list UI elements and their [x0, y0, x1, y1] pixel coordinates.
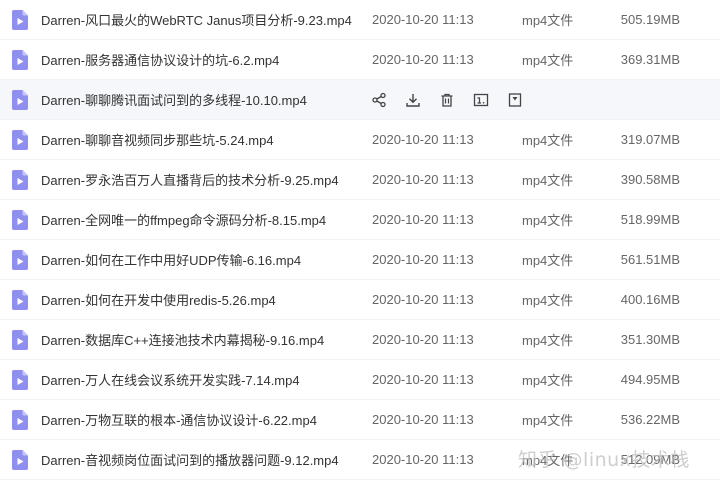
file-date: 2020-10-20 11:13 [372, 292, 474, 307]
file-size: 351.30MB [620, 332, 680, 347]
file-name[interactable]: Darren-如何在工作中用好UDP传输-6.16.mp4 [41, 250, 301, 269]
file-date: 2020-10-20 11:13 [372, 52, 474, 67]
file-size: 536.22MB [620, 412, 680, 427]
video-file-icon [12, 130, 28, 150]
video-file-icon [12, 250, 28, 270]
share-icon[interactable] [370, 91, 388, 109]
file-name[interactable]: Darren-聊聊音视频同步那些坑-5.24.mp4 [41, 130, 274, 149]
more-icon[interactable] [506, 91, 524, 109]
video-file-icon [12, 450, 28, 470]
file-date: 2020-10-20 11:13 [372, 412, 474, 427]
file-name[interactable]: Darren-万人在线会议系统开发实践-7.14.mp4 [41, 370, 300, 389]
file-row[interactable]: Darren-万人在线会议系统开发实践-7.14.mp4 2020-10-20 … [0, 360, 720, 400]
file-size: 369.31MB [620, 52, 680, 67]
file-name[interactable]: Darren-罗永浩百万人直播背后的技术分析-9.25.mp4 [41, 170, 339, 189]
file-date: 2020-10-20 11:13 [372, 332, 474, 347]
file-date: 2020-10-20 11:13 [372, 172, 474, 187]
file-type: mp4文件 [522, 293, 574, 308]
video-file-icon [12, 330, 28, 350]
file-size: 561.51MB [620, 252, 680, 267]
delete-icon[interactable] [438, 91, 456, 109]
video-file-icon [12, 10, 28, 30]
file-row[interactable]: Darren-如何在开发中使用redis-5.26.mp4 2020-10-20… [0, 280, 720, 320]
file-type: mp4文件 [522, 13, 574, 28]
video-file-icon [12, 290, 28, 310]
file-name[interactable]: Darren-音视频岗位面试问到的播放器问题-9.12.mp4 [41, 450, 339, 469]
video-file-icon [12, 170, 28, 190]
file-name[interactable]: Darren-如何在开发中使用redis-5.26.mp4 [41, 290, 276, 309]
file-row[interactable]: Darren-罗永浩百万人直播背后的技术分析-9.25.mp4 2020-10-… [0, 160, 720, 200]
file-type: mp4文件 [522, 133, 574, 148]
video-file-icon [12, 370, 28, 390]
video-file-icon [12, 90, 28, 110]
file-date: 2020-10-20 11:13 [372, 132, 474, 147]
file-name[interactable]: Darren-数据库C++连接池技术内幕揭秘-9.16.mp4 [41, 330, 324, 349]
file-name[interactable]: Darren-服务器通信协议设计的坑-6.2.mp4 [41, 50, 279, 69]
file-row[interactable]: Darren-数据库C++连接池技术内幕揭秘-9.16.mp4 2020-10-… [0, 320, 720, 360]
rename-icon[interactable] [472, 91, 490, 109]
file-row[interactable]: Darren-聊聊音视频同步那些坑-5.24.mp4 2020-10-20 11… [0, 120, 720, 160]
file-size: 494.95MB [620, 372, 680, 387]
file-date: 2020-10-20 11:13 [372, 372, 474, 387]
file-date: 2020-10-20 11:13 [372, 212, 474, 227]
file-date: 2020-10-20 11:13 [372, 252, 474, 267]
file-row[interactable]: Darren-万物互联的根本-通信协议设计-6.22.mp4 2020-10-2… [0, 400, 720, 440]
file-type: mp4文件 [522, 53, 574, 68]
file-row[interactable]: Darren-聊聊腾讯面试问到的多线程-10.10.mp4 [0, 80, 720, 120]
video-file-icon [12, 50, 28, 70]
file-name[interactable]: Darren-风口最火的WebRTC Janus项目分析-9.23.mp4 [41, 10, 352, 29]
file-size: 390.58MB [620, 172, 680, 187]
video-file-icon [12, 410, 28, 430]
file-size: 505.19MB [620, 12, 680, 27]
file-row[interactable]: Darren-如何在工作中用好UDP传输-6.16.mp4 2020-10-20… [0, 240, 720, 280]
file-size: 518.99MB [620, 212, 680, 227]
file-date: 2020-10-20 11:13 [372, 452, 474, 467]
download-icon[interactable] [404, 91, 422, 109]
file-row[interactable]: Darren-风口最火的WebRTC Janus项目分析-9.23.mp4 20… [0, 0, 720, 40]
file-type: mp4文件 [522, 413, 574, 428]
file-name[interactable]: Darren-聊聊腾讯面试问到的多线程-10.10.mp4 [41, 90, 307, 109]
file-row[interactable]: Darren-服务器通信协议设计的坑-6.2.mp4 2020-10-20 11… [0, 40, 720, 80]
file-date: 2020-10-20 11:13 [372, 12, 474, 27]
file-name[interactable]: Darren-万物互联的根本-通信协议设计-6.22.mp4 [41, 410, 317, 429]
file-size: 400.16MB [620, 292, 680, 307]
file-type: mp4文件 [522, 173, 574, 188]
watermark: 知乎 @linux技术栈 [518, 449, 690, 471]
video-file-icon [12, 210, 28, 230]
file-size: 319.07MB [620, 132, 680, 147]
file-name[interactable]: Darren-全网唯一的ffmpeg命令源码分析-8.15.mp4 [41, 210, 326, 229]
file-type: mp4文件 [522, 213, 574, 228]
file-type: mp4文件 [522, 373, 574, 388]
file-list: Darren-风口最火的WebRTC Janus项目分析-9.23.mp4 20… [0, 0, 720, 480]
row-actions [370, 91, 524, 109]
file-row[interactable]: Darren-全网唯一的ffmpeg命令源码分析-8.15.mp4 2020-1… [0, 200, 720, 240]
file-type: mp4文件 [522, 333, 574, 348]
file-type: mp4文件 [522, 253, 574, 268]
